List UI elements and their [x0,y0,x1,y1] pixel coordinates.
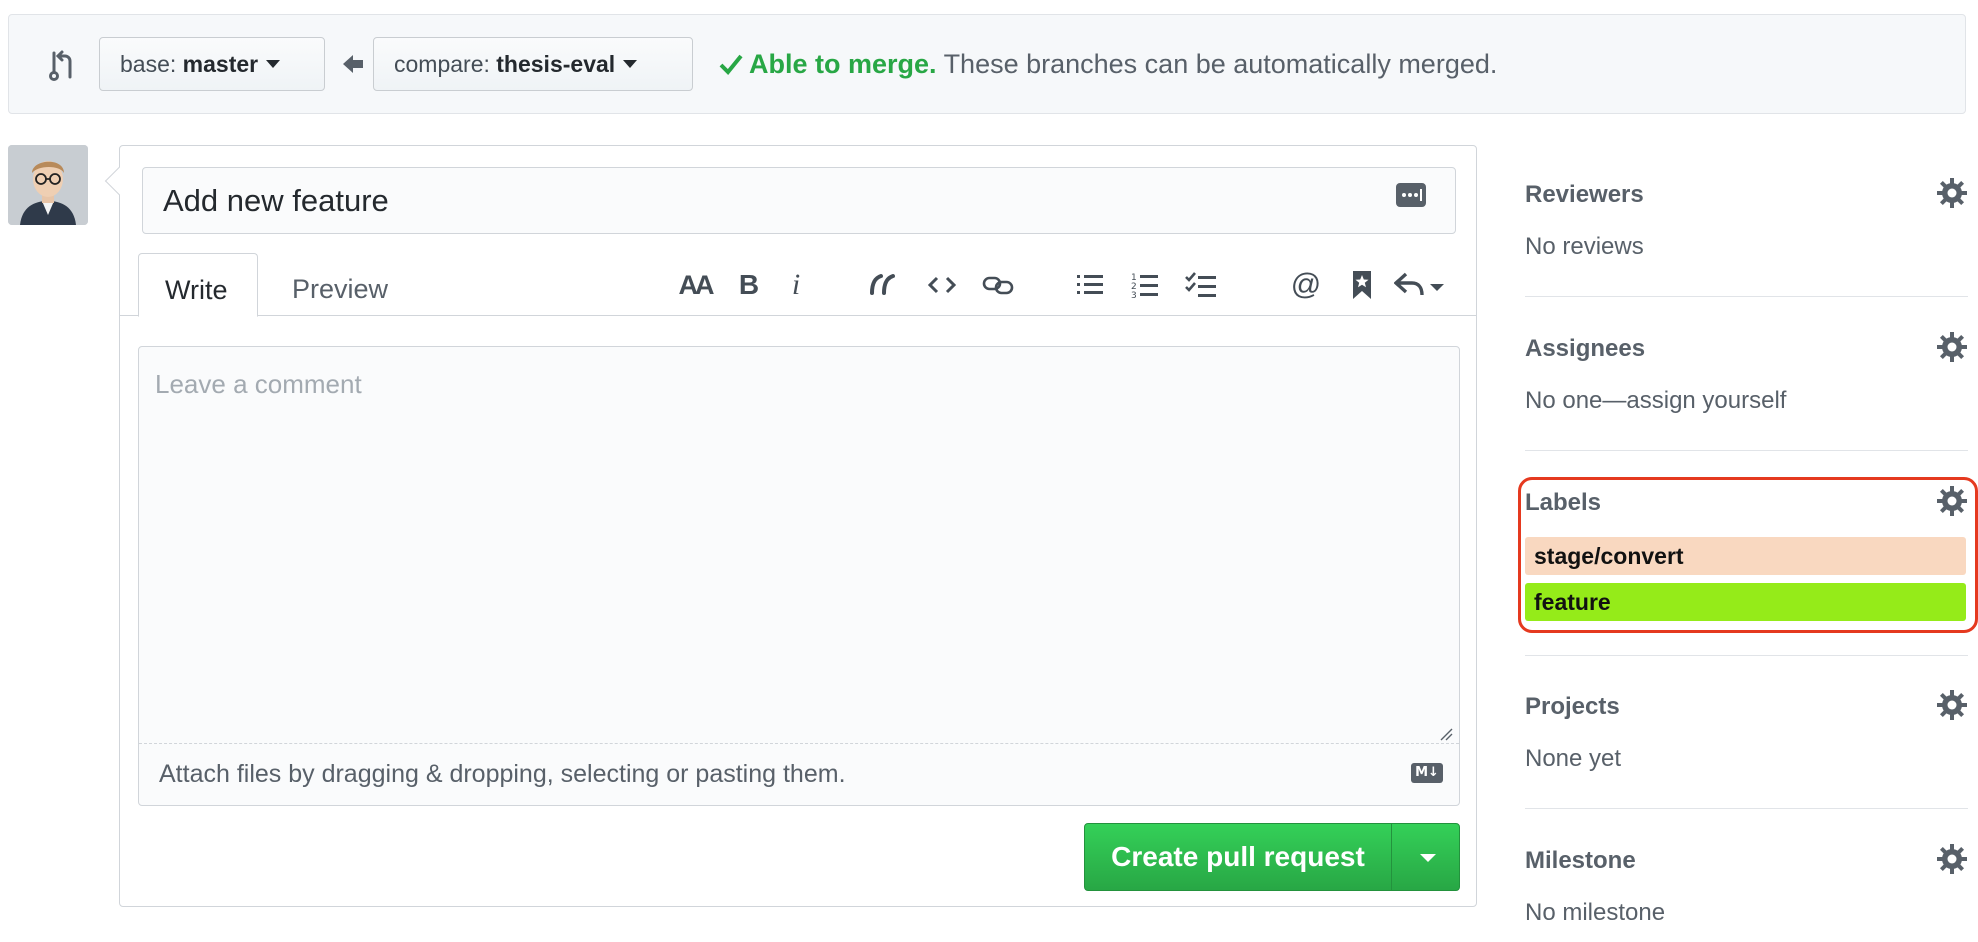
projects-value: None yet [1525,745,1622,772]
base-prefix: base: [120,51,177,77]
compare-branch-name: thesis-eval [496,51,616,77]
merge-status: Able to merge. These branches can be aut… [719,49,1497,80]
task-list-icon[interactable] [1181,261,1221,309]
assign-yourself-link[interactable]: No one—assign yourself [1525,387,1786,415]
arrow-left-icon [343,55,363,73]
base-branch-name: master [182,51,259,77]
gear-icon[interactable] [1936,331,1968,363]
comment-textarea[interactable] [139,347,1459,742]
header-icon[interactable]: AA [673,261,717,309]
attach-files-text: Attach files by dragging & dropping, sel… [159,760,846,788]
chevron-down-icon [623,59,638,68]
gear-icon[interactable] [1936,485,1968,517]
bulleted-list-icon[interactable] [1070,261,1110,309]
code-icon[interactable] [922,261,962,309]
link-icon[interactable] [978,261,1018,309]
check-icon [719,54,743,75]
avatar[interactable] [8,145,88,225]
markdown-icon[interactable]: M↓ [1411,763,1443,783]
pr-title-input[interactable] [142,167,1456,234]
labels-heading: Labels [1525,489,1602,516]
compare-branch-select[interactable]: compare: thesis-eval [373,37,693,91]
chevron-down-icon [266,59,281,68]
sidebar-divider [1525,808,1968,809]
comment-area: Attach files by dragging & dropping, sel… [138,346,1460,806]
milestone-value: No milestone [1525,899,1666,926]
resize-handle-icon[interactable] [1439,727,1453,741]
merge-ok-text: Able to merge. [749,49,937,79]
svg-text:3: 3 [1131,291,1137,299]
numbered-list-icon[interactable]: 123 [1125,261,1165,309]
create-pull-request-button[interactable]: Create pull request [1084,823,1392,891]
attach-files-bar[interactable]: Attach files by dragging & dropping, sel… [139,743,1459,805]
projects-heading: Projects [1525,693,1620,720]
gear-icon[interactable] [1936,689,1968,721]
reviewers-value: No reviews [1525,233,1644,260]
compare-bar: base: master compare: thesis-eval Able t… [8,14,1966,114]
merge-description: These branches can be automatically merg… [943,49,1498,79]
milestone-heading: Milestone [1525,847,1636,874]
more-options-icon[interactable] [1395,181,1427,209]
sidebar-divider [1525,450,1968,451]
sidebar-divider [1525,655,1968,656]
compare-prefix: compare: [394,51,490,77]
reference-icon[interactable] [1342,261,1382,309]
bold-icon[interactable]: B [729,261,769,309]
reply-icon[interactable] [1390,261,1452,309]
gear-icon[interactable] [1936,177,1968,209]
sidebar-divider [1525,296,1968,297]
user-avatar-image [8,145,88,225]
quote-icon[interactable] [863,261,903,309]
italic-icon[interactable]: i [776,261,816,309]
label-feature[interactable]: feature [1525,583,1966,621]
pull-request-form: Write Preview AA B i 123 @ [104,145,1477,907]
assignees-heading: Assignees [1525,335,1646,362]
speech-pointer [104,166,134,196]
base-branch-select[interactable]: base: master [99,37,325,91]
chevron-down-icon [1420,854,1436,862]
label-stage-convert[interactable]: stage/convert [1525,537,1966,575]
create-pull-request-group: Create pull request [1084,823,1460,891]
gear-icon[interactable] [1936,843,1968,875]
compare-arrows-icon [49,50,72,81]
markdown-toolbar: AA B i 123 @ [120,261,1476,311]
reviewers-heading: Reviewers [1525,181,1644,208]
mention-icon[interactable]: @ [1286,261,1326,309]
create-options-dropdown[interactable] [1391,823,1460,891]
